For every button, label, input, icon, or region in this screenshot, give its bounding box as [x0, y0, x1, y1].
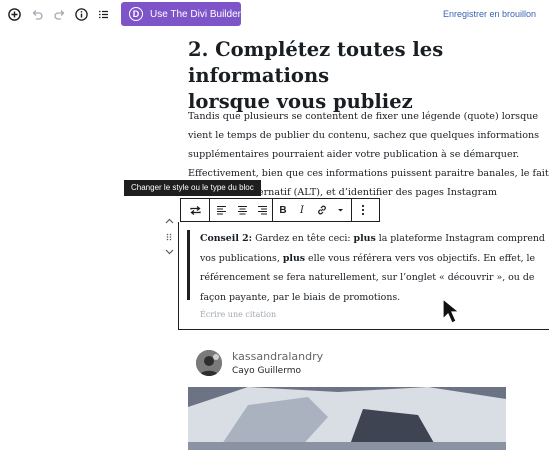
quote-border: [187, 230, 190, 300]
post-heading[interactable]: 2. Complétez toutes les informations lor…: [188, 37, 549, 115]
align-left-button[interactable]: [210, 199, 232, 221]
editor-header: D Use The Divi Builder Enregistrer en br…: [0, 0, 549, 30]
more-rich-text-button[interactable]: [333, 199, 347, 221]
info-icon[interactable]: [73, 6, 90, 23]
avatar: [196, 350, 222, 376]
add-block-icon[interactable]: [6, 6, 23, 23]
block-toolbar: B I: [180, 198, 380, 222]
undo-icon[interactable]: [29, 6, 46, 23]
mouse-cursor-icon: [442, 297, 461, 324]
quote-tip-label: Conseil 2:: [200, 233, 253, 244]
quote-text[interactable]: Conseil 2: Gardez en tête ceci: plus la …: [200, 229, 549, 307]
move-down-icon[interactable]: [163, 246, 175, 258]
redo-icon[interactable]: [51, 6, 68, 23]
block-mover: [163, 215, 175, 259]
link-icon: [318, 205, 326, 215]
quote-text-run: Gardez en tête ceci:: [252, 233, 354, 244]
align-left-icon: [216, 205, 226, 215]
bold-button[interactable]: B: [273, 199, 293, 221]
block-type-tooltip: Changer le style ou le type du bloc: [124, 180, 261, 196]
more-options-button[interactable]: [352, 199, 374, 221]
quote-bold-run: plus: [353, 233, 376, 244]
more-options-icon: [361, 204, 365, 216]
transform-icon: [189, 205, 201, 215]
instagram-photo: [188, 387, 506, 450]
instagram-username[interactable]: kassandralandry: [232, 350, 323, 363]
align-right-icon: [257, 205, 267, 215]
more-rich-text-icon: [337, 208, 343, 211]
italic-button[interactable]: I: [293, 199, 311, 221]
link-button[interactable]: [311, 199, 333, 221]
transform-block-button[interactable]: [181, 199, 209, 221]
divi-logo-icon: D: [129, 7, 143, 21]
align-center-icon: [237, 205, 247, 215]
align-right-button[interactable]: [252, 199, 272, 221]
drag-handle-icon[interactable]: [163, 231, 175, 243]
outline-icon[interactable]: [95, 6, 112, 23]
save-draft-button[interactable]: Enregistrer en brouillon: [443, 9, 536, 19]
divi-builder-label: Use The Divi Builder: [150, 8, 241, 20]
instagram-location[interactable]: Cayo Guillermo: [232, 366, 301, 376]
move-up-icon[interactable]: [163, 215, 175, 227]
divi-builder-button[interactable]: D Use The Divi Builder: [121, 2, 241, 26]
citation-input[interactable]: Écrire une citation: [200, 310, 276, 319]
quote-bold-run: plus: [282, 252, 306, 264]
align-center-button[interactable]: [232, 199, 252, 221]
